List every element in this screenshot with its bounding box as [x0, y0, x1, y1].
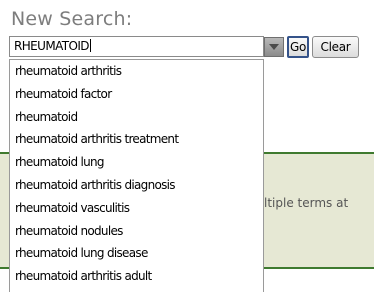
search-heading: New Search: [11, 8, 133, 30]
dropdown-toggle-button[interactable] [264, 37, 284, 57]
text-caret [89, 39, 91, 52]
suggestion-item[interactable]: rheumatoid arthritis treatment [10, 128, 263, 151]
suggestion-item[interactable]: rheumatoid factor [10, 83, 263, 106]
suggestion-item[interactable]: rheumatoid lung disease [10, 242, 263, 265]
search-page: New Search: RHEUMATOID Go Clear r Y t e … [0, 0, 374, 292]
suggestion-item[interactable]: rheumatoid vasculitis [10, 197, 263, 220]
suggestion-item[interactable]: rheumatoid arthritis diagnosis [10, 174, 263, 197]
suggestion-item[interactable]: rheumatoid nodules [10, 220, 263, 243]
suggestion-item[interactable]: rheumatoid lung [10, 151, 263, 174]
go-button[interactable]: Go [287, 36, 309, 58]
search-input[interactable]: RHEUMATOID [9, 36, 264, 57]
search-query-text: RHEUMATOID [14, 39, 90, 53]
suggestion-item[interactable]: rheumatoid arthritis adult [10, 265, 263, 288]
suggestion-item[interactable]: rheumatoid arthritis [10, 60, 263, 83]
info-panel-text: ltiple terms at [264, 196, 349, 210]
autocomplete-suggestions: rheumatoid arthritis rheumatoid factor r… [9, 59, 264, 292]
triangle-down-icon [269, 44, 279, 50]
suggestion-item[interactable]: rheumatoid [10, 106, 263, 129]
clear-button[interactable]: Clear [312, 36, 359, 58]
